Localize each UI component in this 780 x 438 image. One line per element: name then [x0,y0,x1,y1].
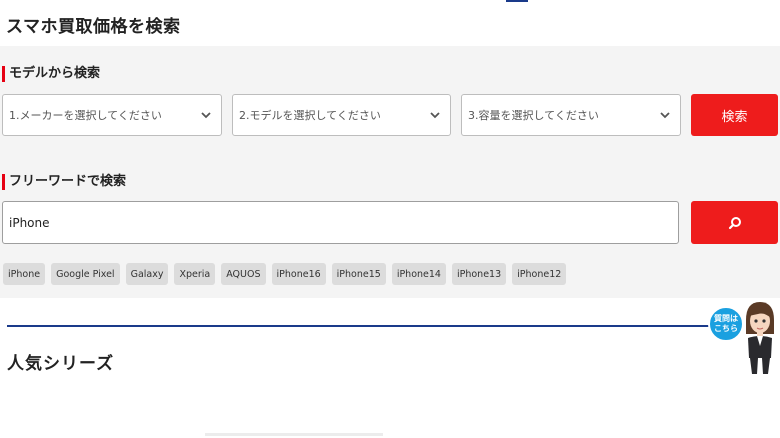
assistant-avatar [746,302,774,374]
popular-series-title: 人気シリーズ [7,354,115,374]
chip-iphone15[interactable]: iPhone15 [331,263,386,285]
free-word-input[interactable]: iPhone [2,201,679,244]
capacity-select-label: 3.容量を選択してください [468,109,599,122]
section-divider [7,325,717,327]
chip-iphone13[interactable]: iPhone13 [451,263,507,285]
chevron-down-icon [201,112,211,119]
chip-iphone12[interactable]: iPhone12 [512,263,567,285]
chip-google-pixel[interactable]: Google Pixel [51,263,120,285]
carousel-track [205,433,383,436]
maker-select-label: 1.メーカーを選択してください [9,109,162,122]
page-title: スマホ買取価格を検索 [6,17,181,37]
free-word-search-button[interactable] [691,201,778,244]
chip-iphone16[interactable]: iPhone16 [271,263,326,285]
model-search-button[interactable]: 検索 [691,94,778,136]
chip-aquos[interactable]: AQUOS [221,263,266,285]
help-widget[interactable]: 質問は こちら [708,298,780,378]
free-word-heading: フリーワードで検索 [2,174,126,190]
chevron-down-icon [430,112,440,119]
search-icon [728,216,741,229]
chip-iphone[interactable]: iPhone [3,263,46,285]
model-search-heading: モデルから検索 [2,66,100,82]
model-select-label: 2.モデルを選択してください [239,109,381,122]
model-select[interactable]: 2.モデルを選択してください [232,94,451,136]
top-tab-indicator [506,0,528,2]
chip-iphone14[interactable]: iPhone14 [391,263,446,285]
capacity-select[interactable]: 3.容量を選択してください [461,94,681,136]
maker-select[interactable]: 1.メーカーを選択してください [2,94,222,136]
search-panel: モデルから検索 1.メーカーを選択してください 2.モデルを選択してください 3… [0,46,780,298]
chip-galaxy[interactable]: Galaxy [125,263,169,285]
help-bubble[interactable]: 質問は こちら [708,306,744,342]
chevron-down-icon [660,112,670,119]
keyword-chips: iPhone Google Pixel Galaxy Xperia AQUOS … [3,263,567,285]
chip-xperia[interactable]: Xperia [174,263,216,285]
